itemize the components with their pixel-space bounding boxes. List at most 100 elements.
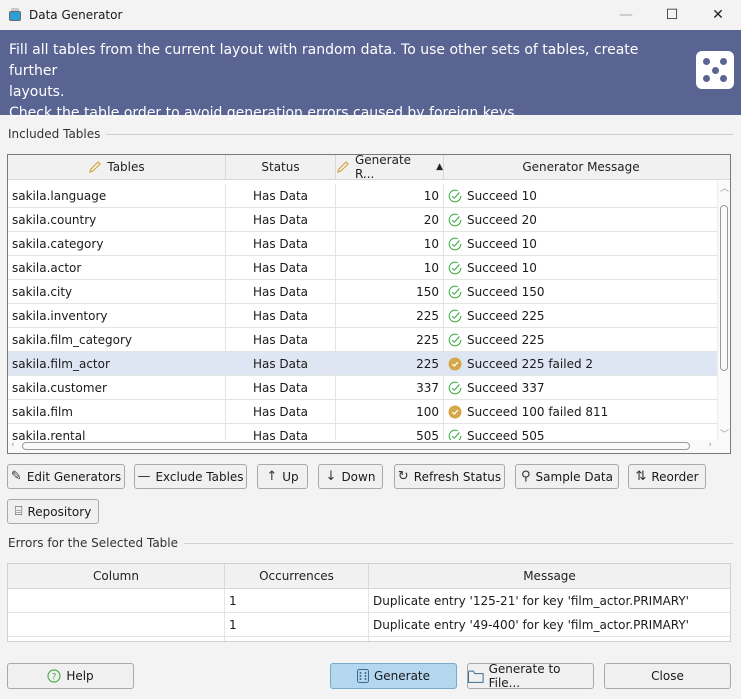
header-rows-label: Generate R... <box>354 154 412 181</box>
minimize-button[interactable]: — <box>603 0 649 30</box>
close-button[interactable]: Close <box>604 663 731 689</box>
help-icon: ? <box>47 669 61 683</box>
generator-message-text: Succeed 10 <box>467 236 537 251</box>
cell-generator-message: Succeed 225 failed 2 <box>444 352 718 375</box>
maximize-button[interactable]: ☐ <box>649 0 695 30</box>
cell-status: Has Data <box>226 328 336 351</box>
scroll-down-icon[interactable]: ﹀ <box>720 427 729 440</box>
header-generator-message[interactable]: Generator Message <box>444 155 718 179</box>
check-circle-icon <box>448 333 462 346</box>
cell-generate-rows[interactable]: 225 <box>336 352 444 375</box>
cell-generator-message: Succeed 225 <box>444 304 718 327</box>
included-tables-title: Included Tables <box>8 127 101 141</box>
horizontal-scroll-thumb[interactable] <box>22 442 690 450</box>
minus-icon: — <box>137 469 151 484</box>
header-status[interactable]: Status <box>226 155 336 179</box>
edit-generators-label: Edit Generators <box>26 469 122 484</box>
table-row[interactable]: sakila.inventory Has Data 225 Succeed 225 <box>8 304 730 328</box>
header-message[interactable]: Message <box>369 564 730 588</box>
generator-message-text: Succeed 225 failed 2 <box>467 356 594 371</box>
cell-occurrences: 1 <box>225 589 369 612</box>
vertical-scroll-thumb[interactable] <box>720 205 728 371</box>
table-row[interactable]: sakila.country Has Data 20 Succeed 20 <box>8 208 730 232</box>
check-circle-icon <box>448 237 462 250</box>
check-circle-icon <box>448 285 462 298</box>
help-button[interactable]: ? Help <box>7 663 134 689</box>
error-row-empty <box>8 637 730 641</box>
cell-table: sakila.actor <box>8 256 226 279</box>
cell-status: Has Data <box>226 280 336 303</box>
included-tables-label: Included Tables <box>8 127 733 141</box>
up-button[interactable]: ↑ Up <box>257 464 308 489</box>
svg-text:?: ? <box>52 673 57 683</box>
refresh-icon: ↻ <box>397 469 409 484</box>
table-row[interactable]: sakila.category Has Data 10 Succeed 10 <box>8 232 730 256</box>
included-tables-grid[interactable]: Tables Status Generate R... ▲ Generator … <box>7 154 731 454</box>
generate-button[interactable]: Generate <box>330 663 457 689</box>
pencil-icon: ✎ <box>10 469 22 484</box>
repository-label: Repository <box>27 504 92 519</box>
generator-message-text: Succeed 225 <box>467 332 545 347</box>
help-label: Help <box>66 669 94 683</box>
generate-to-file-label: Generate to File... <box>488 662 561 690</box>
cell-column <box>8 613 225 636</box>
header-tables[interactable]: Tables <box>8 155 226 179</box>
table-row[interactable]: sakila.film Has Data 100 Succeed 100 failed… <box>8 400 730 424</box>
pencil-icon <box>337 161 349 173</box>
table-row[interactable]: sakila.customer Has Data 337 Succeed 337 <box>8 376 730 400</box>
table-row[interactable]: sakila.film_actor Has Data 225 Succeed 225 … <box>8 352 730 376</box>
error-row[interactable]: 1 Duplicate entry '49-400' for key 'film_… <box>8 613 730 637</box>
cell-generate-rows[interactable]: 100 <box>336 400 444 423</box>
header-tables-label: Tables <box>107 160 145 174</box>
cell-status: Has Data <box>226 376 336 399</box>
generate-to-file-button[interactable]: Generate to File... <box>467 662 594 690</box>
cell-generator-message: Succeed 337 <box>444 376 718 399</box>
table-row[interactable]: sakila.language Has Data 10 Succeed 10 <box>8 184 730 208</box>
close-window-button[interactable]: ✕ <box>695 0 741 30</box>
table-row[interactable]: sakila.actor Has Data 10 Succeed 10 <box>8 256 730 280</box>
cell-generate-rows[interactable]: 10 <box>336 256 444 279</box>
cell-generate-rows[interactable]: 337 <box>336 376 444 399</box>
scroll-up-icon[interactable]: ︿ <box>720 181 729 194</box>
edit-generators-button[interactable]: ✎ Edit Generators <box>7 464 125 489</box>
app-icon <box>7 7 23 23</box>
cell-table: sakila.city <box>8 280 226 303</box>
cell-generate-rows[interactable]: 150 <box>336 280 444 303</box>
check-circle-icon <box>448 189 462 202</box>
repository-button[interactable]: ⌸ Repository <box>7 499 99 524</box>
horizontal-scrollbar[interactable]: ‹ › <box>8 440 730 453</box>
header-column[interactable]: Column <box>8 564 225 588</box>
warning-check-icon <box>448 405 462 418</box>
cell-generate-rows[interactable]: 20 <box>336 208 444 231</box>
cell-generate-rows[interactable]: 10 <box>336 232 444 255</box>
errors-body: 1 Duplicate entry '125-21' for key 'film_… <box>8 589 730 641</box>
cell-generator-message: Succeed 10 <box>444 232 718 255</box>
check-circle-icon <box>448 261 462 274</box>
table-row[interactable]: sakila.film_category Has Data 225 Succeed 2… <box>8 328 730 352</box>
vertical-scrollbar[interactable]: ︿ ﹀ <box>717 181 730 440</box>
scroll-right-icon[interactable]: › <box>708 440 712 450</box>
cell-status: Has Data <box>226 208 336 231</box>
cell-generate-rows[interactable]: 10 <box>336 184 444 207</box>
table-row[interactable]: sakila.city Has Data 150 Succeed 150 <box>8 280 730 304</box>
cell-message: Duplicate entry '125-21' for key 'film_a… <box>373 593 689 608</box>
sample-data-button[interactable]: ⚲ Sample Data <box>515 464 619 489</box>
exclude-tables-button[interactable]: — Exclude Tables <box>134 464 247 489</box>
scroll-left-icon[interactable]: ‹ <box>11 440 15 450</box>
pencil-icon <box>89 161 102 173</box>
cell-generator-message: Succeed 150 <box>444 280 718 303</box>
cell-generate-rows[interactable]: 225 <box>336 304 444 327</box>
refresh-status-button[interactable]: ↻ Refresh Status <box>394 464 505 489</box>
down-button[interactable]: ↓ Down <box>318 464 383 489</box>
reorder-button[interactable]: ⇅ Reorder <box>628 464 706 489</box>
cell-status: Has Data <box>226 304 336 327</box>
header-generate-rows[interactable]: Generate R... ▲ <box>336 154 444 181</box>
errors-grid[interactable]: Column Occurrences Message 1 Duplicate en… <box>7 563 731 642</box>
header-occurrences[interactable]: Occurrences <box>225 564 369 588</box>
cell-table: sakila.inventory <box>8 304 226 327</box>
info-banner: Fill all tables from the current layout … <box>0 30 741 121</box>
cell-message: Duplicate entry '49-400' for key 'film_a… <box>373 617 689 632</box>
arrow-up-icon: ↑ <box>266 469 278 484</box>
error-row[interactable]: 1 Duplicate entry '125-21' for key 'film_… <box>8 589 730 613</box>
cell-generate-rows[interactable]: 225 <box>336 328 444 351</box>
